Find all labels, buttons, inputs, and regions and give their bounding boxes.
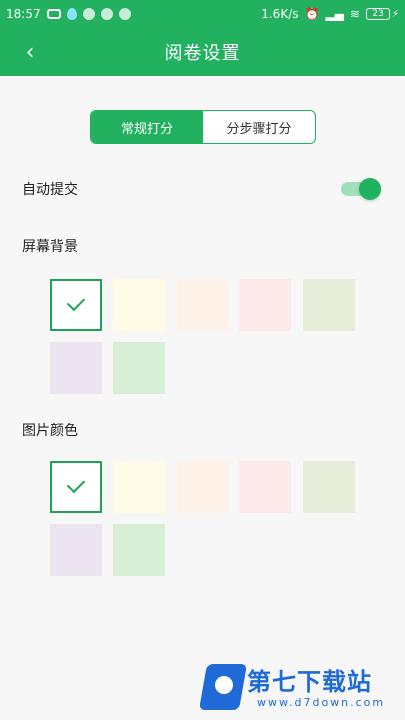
- app-icon: [82, 8, 95, 20]
- image-color-label: 图片颜色: [22, 423, 78, 439]
- screen-background-label: 屏幕背景: [22, 239, 78, 255]
- logo-mark: [198, 664, 248, 710]
- image-swatch-pink[interactable]: [239, 461, 291, 513]
- background-swatch-lavender[interactable]: [50, 342, 102, 394]
- message-icon: [46, 9, 61, 19]
- background-swatch-green[interactable]: [113, 342, 165, 394]
- alarm-icon: ⏰: [304, 7, 320, 21]
- status-bar: 18:57 1.6K/s ⏰ ▂▄ ≋ 23 ⚡: [0, 0, 405, 28]
- image-swatch-cream[interactable]: [113, 461, 165, 513]
- background-swatch-olive[interactable]: [303, 279, 355, 331]
- app-bar: ‹ 阅卷设置: [0, 28, 405, 76]
- image-swatch-green[interactable]: [113, 524, 165, 576]
- site-watermark-logo: 第七下载站 www.d7down.com: [198, 662, 393, 718]
- image-swatch-white[interactable]: [50, 461, 102, 513]
- background-swatch-peach[interactable]: [177, 279, 229, 331]
- auto-submit-label: 自动提交: [22, 182, 78, 198]
- app-icon: [118, 8, 131, 20]
- logo-title: 第七下载站: [247, 668, 372, 696]
- image-swatch-lavender[interactable]: [50, 524, 102, 576]
- background-swatch-pink[interactable]: [239, 279, 291, 331]
- status-right: 1.6K/s ⏰ ▂▄ ≋ 23 ⚡: [261, 7, 399, 21]
- check-icon: [66, 292, 86, 312]
- status-time: 18:57: [6, 7, 41, 21]
- auto-submit-toggle[interactable]: [341, 178, 381, 200]
- signal-icon: ▂▄: [325, 7, 344, 21]
- drop-icon: [66, 8, 77, 20]
- notification-icons: [46, 8, 131, 20]
- battery-level: 23: [365, 8, 390, 20]
- battery-indicator: 23 ⚡: [365, 8, 399, 20]
- background-swatch-cream[interactable]: [113, 279, 165, 331]
- page-title: 阅卷设置: [164, 43, 241, 64]
- network-speed: 1.6K/s: [261, 7, 299, 21]
- toggle-knob: [359, 178, 381, 200]
- image-swatch-peach[interactable]: [177, 461, 229, 513]
- charging-icon: ⚡: [391, 8, 399, 20]
- wifi-icon: ≋: [349, 7, 360, 21]
- segment-option-stepwise[interactable]: 分步骤打分: [203, 111, 315, 143]
- segment-option-normal[interactable]: 常规打分: [91, 111, 203, 143]
- scoring-mode-segment: 常规打分 分步骤打分: [90, 110, 316, 144]
- image-swatch-olive[interactable]: [303, 461, 355, 513]
- background-swatch-white[interactable]: [50, 279, 102, 331]
- app-icon: [100, 8, 113, 20]
- chevron-left-icon[interactable]: ‹: [10, 28, 50, 76]
- check-icon: [66, 474, 86, 494]
- logo-url: www.d7down.com: [257, 696, 386, 709]
